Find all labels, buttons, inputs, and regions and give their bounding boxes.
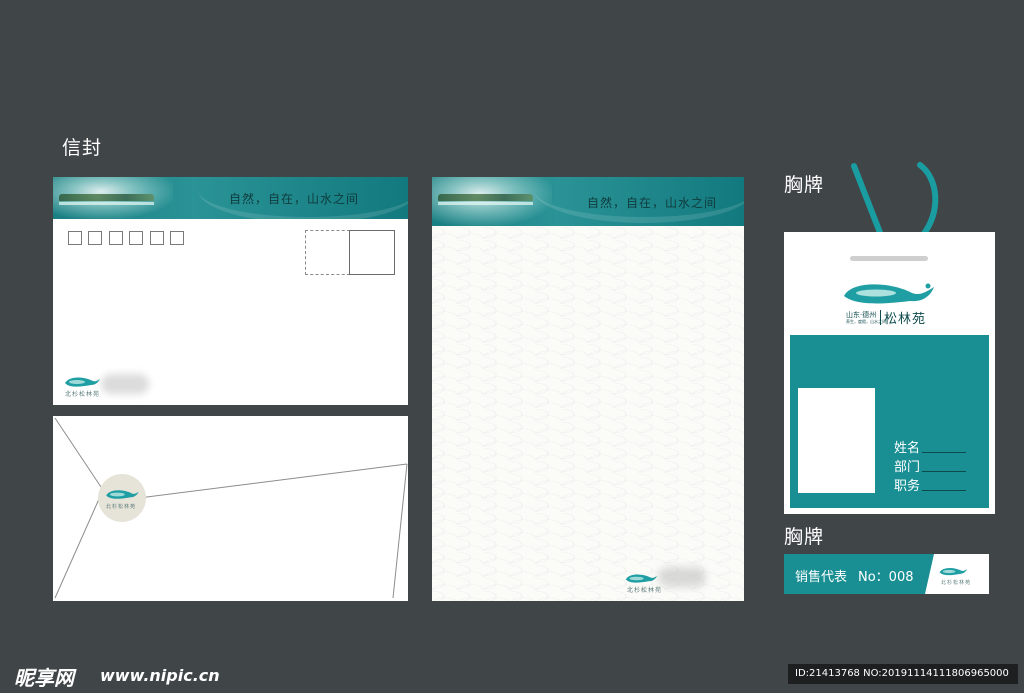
tree-line — [59, 194, 154, 201]
envelope-front: 自然，自在，山水之间 北杉松林苑 — [53, 177, 408, 405]
watermark-url: www.nipic.cn — [100, 666, 220, 685]
name-tag-section-label: 胸牌 — [784, 526, 825, 548]
lake-reflection — [59, 202, 154, 205]
name-tag-title: 销售代表 — [795, 570, 848, 585]
water-drop-logo-icon — [625, 574, 658, 583]
seal-caption: 北杉松林苑 — [106, 504, 137, 510]
field-label-name: 姓名 — [894, 441, 921, 456]
letterhead-header-band: 自然，自在，山水之间 — [432, 177, 744, 226]
employee-badge: 山东·德州 养生，度假，山水之间 松林苑 姓名 部门 职务 — [784, 232, 995, 514]
stamp-placeholder — [349, 230, 395, 275]
badge-hole-slot — [850, 256, 928, 261]
envelope-header-band: 自然，自在，山水之间 — [53, 177, 408, 219]
tree-line — [438, 194, 533, 201]
envelope-seal: 北杉松林苑 — [98, 474, 146, 522]
zip-box — [129, 231, 143, 245]
envelope-slogan: 自然，自在，山水之间 — [229, 192, 360, 206]
zip-box — [109, 231, 123, 245]
letterhead-wave-pattern — [432, 226, 744, 601]
lake-reflection — [438, 202, 533, 205]
watermark-brand: 昵享网 — [14, 666, 74, 690]
badge-brand-name: 松林苑 — [884, 312, 927, 327]
name-tag: 销售代表 No：008 北杉松林苑 — [784, 554, 989, 594]
field-label-department: 部门 — [894, 460, 921, 475]
badge-brand-divider — [880, 310, 881, 325]
field-line-position — [922, 490, 966, 491]
name-tag-logo-caption: 北杉松林苑 — [941, 580, 972, 586]
water-drop-logo-icon — [939, 567, 968, 576]
zip-box — [150, 231, 164, 245]
letterhead-slogan: 自然，自在，山水之间 — [587, 196, 718, 210]
water-drop-logo-icon — [65, 377, 100, 387]
zip-box — [170, 231, 184, 245]
field-line-name — [922, 452, 966, 453]
name-tag-number: No：008 — [858, 570, 914, 585]
blurred-contact-info — [101, 374, 149, 394]
badge-info-panel: 姓名 部门 职务 — [790, 335, 989, 508]
zip-box — [68, 231, 82, 245]
zip-box — [88, 231, 102, 245]
water-drop-logo-icon — [844, 283, 934, 304]
photo-placeholder — [798, 388, 875, 493]
watermark-id: ID:21413768 NO:20191114111806965000 — [795, 668, 1009, 679]
envelope-back: 北杉松林苑 — [53, 416, 408, 601]
stamp-placeholder-dashed — [305, 230, 350, 275]
badge-section-label: 胸牌 — [784, 174, 825, 196]
water-drop-logo-icon — [106, 490, 139, 499]
field-label-position: 职务 — [894, 479, 921, 494]
envelope-section-label: 信封 — [62, 137, 103, 159]
letterhead-logo-caption: 北杉松林苑 — [627, 587, 663, 594]
envelope-logo-caption: 北杉松林苑 — [65, 391, 101, 398]
field-line-department — [922, 471, 966, 472]
letterhead: 自然，自在，山水之间 北杉松林苑 — [432, 177, 744, 601]
blurred-contact-info — [658, 567, 706, 587]
